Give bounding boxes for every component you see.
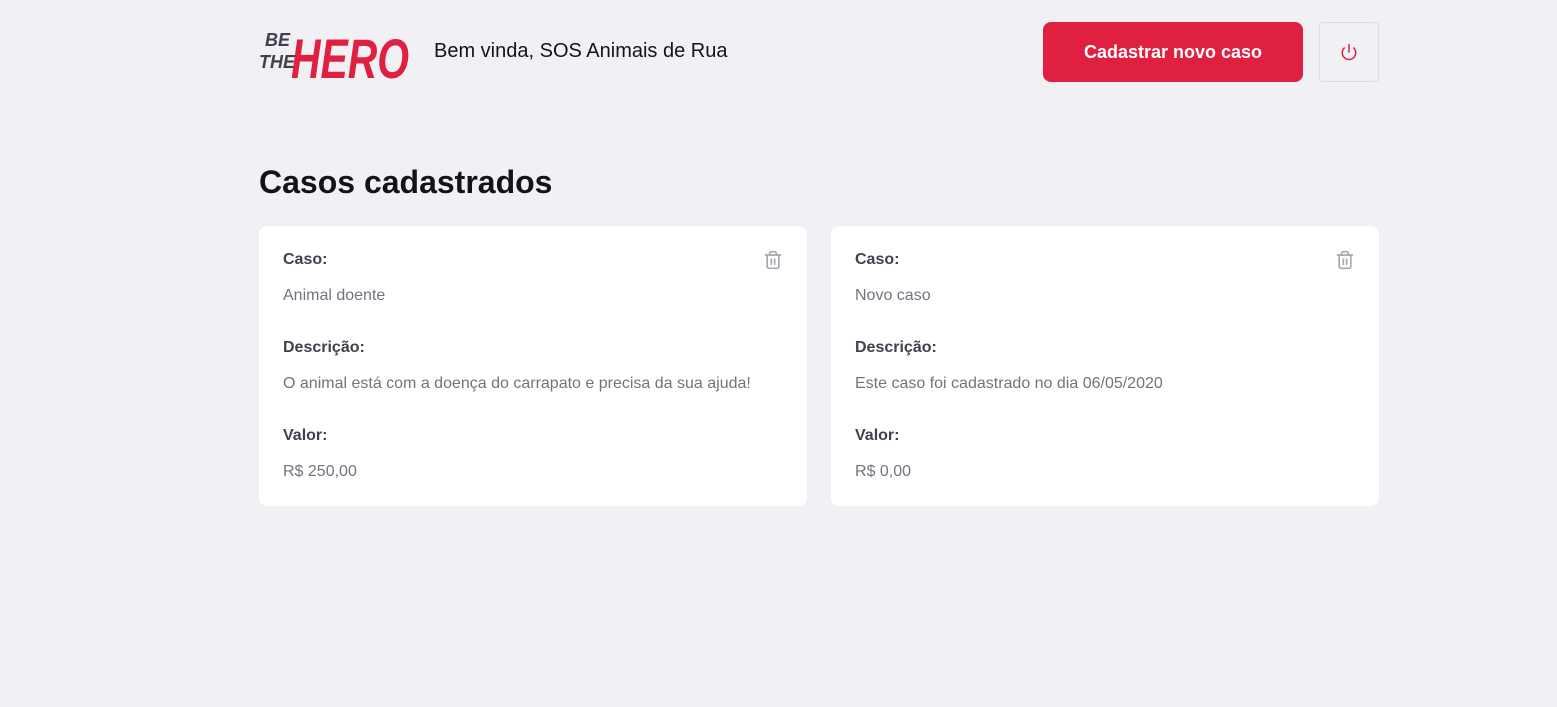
case-title: Animal doente: [283, 287, 386, 304]
value-label: Valor:: [855, 427, 900, 444]
case-label: Caso:: [855, 251, 900, 268]
delete-case-button[interactable]: [1333, 248, 1357, 272]
power-icon: [1341, 43, 1357, 61]
logo-main: HERO: [291, 27, 409, 86]
case-label: Caso:: [283, 251, 328, 268]
case-title: Novo caso: [855, 287, 931, 304]
case-description: O animal está com a doença do carrapato …: [283, 375, 751, 392]
header: BE THE HERO Bem vinda, SOS Animais de Ru…: [259, 0, 1379, 104]
case-value: R$ 250,00: [283, 463, 357, 480]
logout-button[interactable]: [1319, 22, 1379, 82]
case-description: Este caso foi cadastrado no dia 06/05/20…: [855, 375, 1163, 392]
value-label: Valor:: [283, 427, 328, 444]
delete-case-button[interactable]: [761, 248, 785, 272]
logo-line1: BE: [265, 30, 291, 50]
case-card: Caso: Novo caso Descrição: Este caso foi…: [831, 226, 1379, 506]
trash-icon: [1336, 250, 1354, 270]
description-label: Descrição:: [283, 339, 365, 356]
case-card: Caso: Animal doente Descrição: O animal …: [259, 226, 807, 506]
be-the-hero-logo: BE THE HERO: [259, 27, 409, 86]
page-container: BE THE HERO Bem vinda, SOS Animais de Ru…: [259, 0, 1379, 506]
page-title: Casos cadastrados: [259, 164, 553, 200]
case-value: R$ 0,00: [855, 463, 912, 480]
trash-icon: [764, 250, 782, 270]
case-list: Caso: Animal doente Descrição: O animal …: [259, 226, 1379, 506]
new-case-button[interactable]: Cadastrar novo caso: [1043, 22, 1303, 82]
welcome-message: Bem vinda, SOS Animais de Rua: [434, 40, 728, 62]
description-label: Descrição:: [855, 339, 937, 356]
